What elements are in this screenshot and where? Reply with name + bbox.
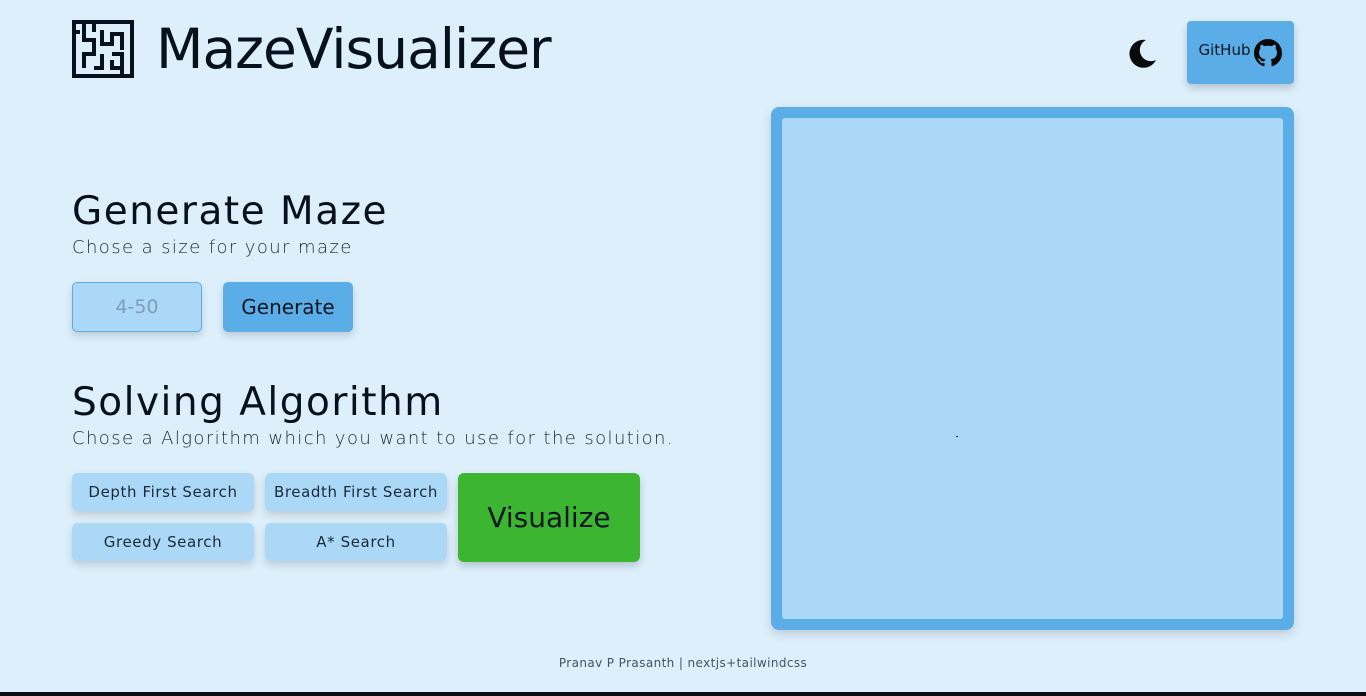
algo-bfs-button[interactable]: Breadth First Search	[265, 473, 447, 511]
maze-cell	[956, 436, 958, 437]
solving-algorithm-title: Solving Algorithm	[72, 380, 444, 425]
solving-algorithm-subtitle: Chose a Algorithm which you want to use …	[72, 428, 674, 449]
maze-board	[771, 107, 1294, 630]
maze-logo-icon	[72, 20, 134, 78]
algo-dfs-button[interactable]: Depth First Search	[72, 473, 254, 511]
algo-greedy-button[interactable]: Greedy Search	[72, 523, 254, 561]
visualize-button[interactable]: Visualize	[458, 473, 640, 562]
github-icon	[1254, 38, 1283, 66]
app-title: MazeVisualizer	[156, 17, 552, 81]
github-button[interactable]: GitHub	[1187, 21, 1294, 84]
maze-size-input[interactable]	[72, 282, 202, 332]
footer-credit: Pranav P Prasanth | nextjs+tailwindcss	[558, 656, 808, 670]
algo-astar-button[interactable]: A* Search	[265, 523, 447, 561]
generate-button[interactable]: Generate	[223, 282, 353, 332]
maze-canvas	[782, 118, 1283, 619]
github-label: GitHub	[1198, 40, 1251, 59]
app-logo[interactable]: MazeVisualizer	[72, 17, 552, 81]
page: MazeVisualizer GitHub Generate Maze Chos…	[0, 0, 1366, 696]
bottom-bar	[0, 692, 1366, 696]
moon-icon[interactable]	[1124, 36, 1158, 70]
generate-maze-subtitle: Chose a size for your maze	[72, 237, 353, 258]
generate-maze-title: Generate Maze	[72, 189, 389, 234]
